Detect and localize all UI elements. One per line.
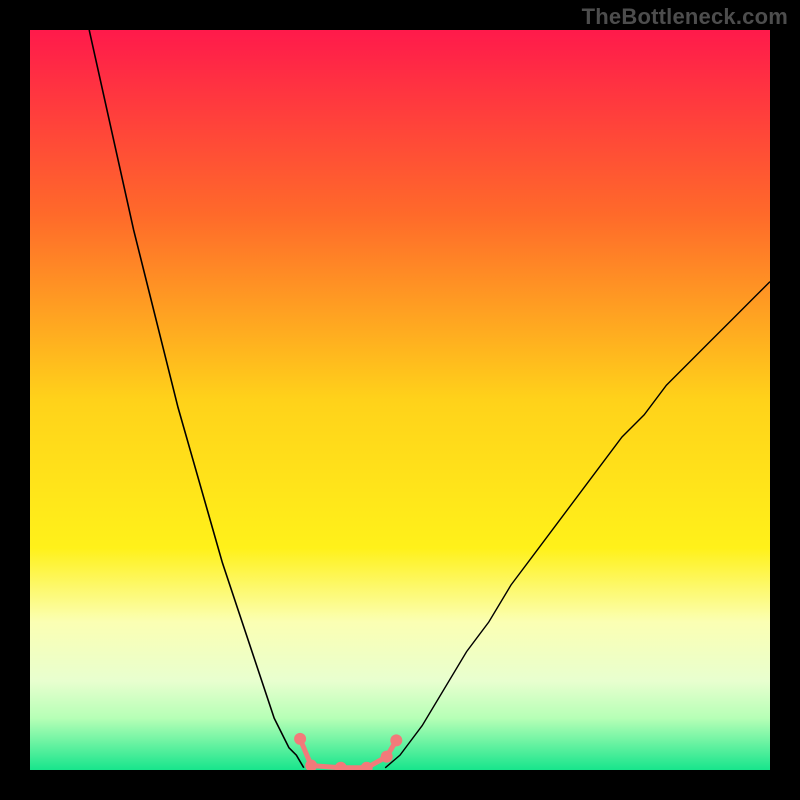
- watermark-label: TheBottleneck.com: [582, 4, 788, 30]
- gradient-background: [30, 30, 770, 770]
- marker-dot: [294, 733, 306, 745]
- marker-dot: [390, 734, 402, 746]
- chart-plot: [30, 30, 770, 770]
- marker-dot: [381, 751, 393, 763]
- outer-frame: TheBottleneck.com: [0, 0, 800, 800]
